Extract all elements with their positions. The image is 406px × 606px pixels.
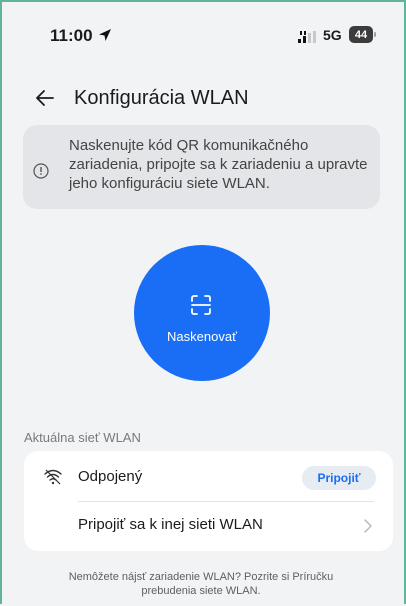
info-icon (33, 163, 49, 179)
battery-level: 44 (354, 28, 368, 41)
wlan-list-card: Odpojený Pripojiť Pripojiť sa k inej sie… (24, 451, 393, 551)
connect-button[interactable]: Pripojiť (302, 466, 376, 490)
status-bar: 11:00 5G 44 (0, 0, 406, 70)
scan-frame-icon (191, 295, 211, 315)
footer-text: Nemôžete nájsť zariadenie WLAN? Pozrite … (68, 571, 293, 583)
current-wlan-row: Odpojený Pripojiť (24, 451, 393, 501)
location-arrow-icon (99, 29, 111, 41)
signal-icon (298, 31, 316, 43)
chevron-right-icon (364, 519, 372, 533)
battery-indicator: 44 (349, 26, 373, 43)
info-text: Naskenujte kód QR komunikačného zariaden… (69, 137, 368, 192)
section-label-current-wlan: Aktuálna sieť WLAN (24, 430, 141, 445)
battery-nub (374, 32, 376, 37)
network-type: 5G (323, 27, 342, 43)
wlan-status-label: Odpojený (78, 468, 143, 485)
scan-button[interactable]: Naskenovať (134, 245, 270, 381)
status-time: 11:00 (50, 26, 93, 45)
other-wlan-label: Pripojiť sa k inej sieti WLAN (78, 516, 263, 533)
page-title: Konfigurácia WLAN (74, 87, 249, 109)
back-arrow-icon[interactable] (33, 86, 57, 110)
other-wlan-row[interactable]: Pripojiť sa k inej sieti WLAN (24, 502, 393, 551)
footer-help: Nemôžete nájsť zariadenie WLAN? Pozrite … (56, 570, 346, 598)
scan-label: Naskenovať (167, 329, 237, 344)
wifi-off-icon (44, 469, 62, 485)
